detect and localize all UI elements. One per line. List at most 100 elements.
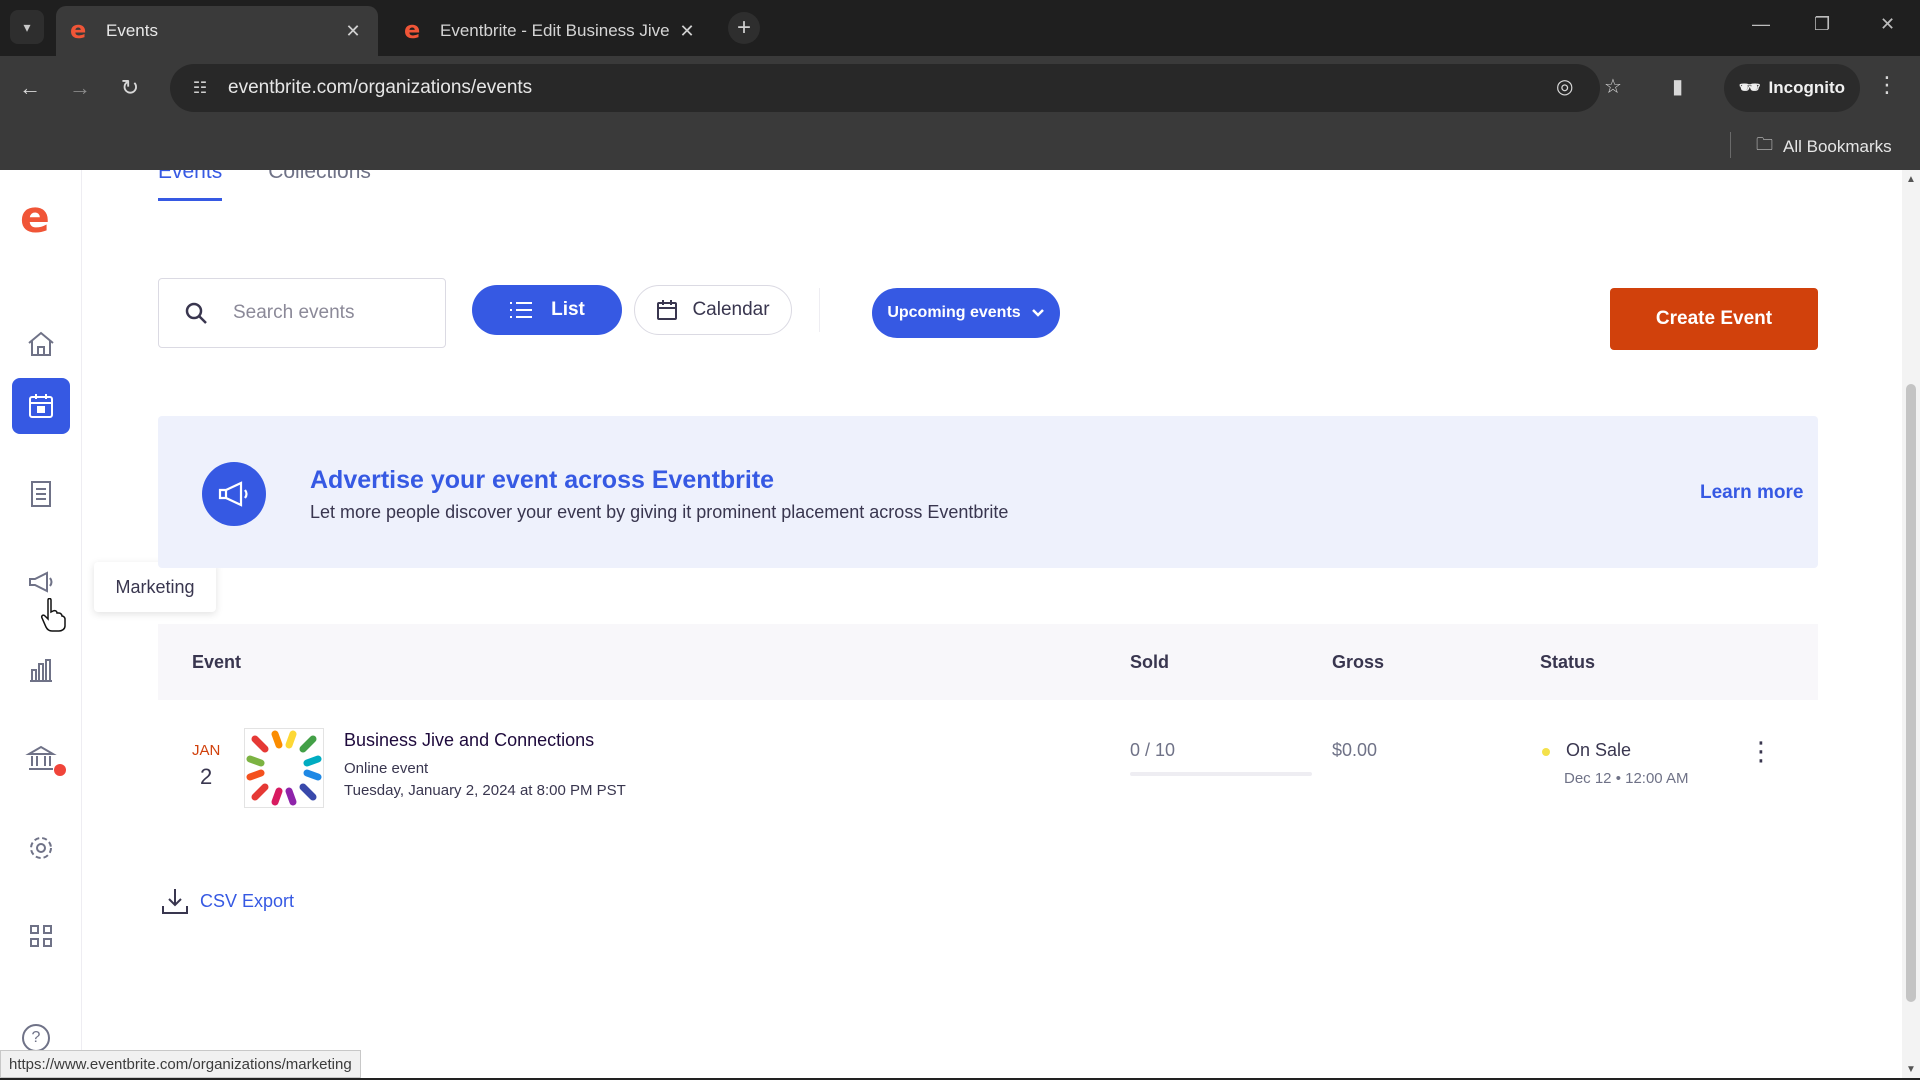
window-close-icon[interactable]: ✕ [1880,14,1895,35]
scrollbar-thumb[interactable] [1906,384,1916,1002]
calendar-icon [657,300,678,320]
calendar-view-button[interactable]: Calendar [634,285,792,335]
content-tabs: Events Collections [158,170,371,201]
gear-icon [30,837,52,859]
scroll-down-icon[interactable]: ▼ [1906,1064,1916,1075]
link-status-bar: https://www.eventbrite.com/organizations… [0,1050,361,1078]
browser-menu-icon[interactable]: ⋮ [1876,72,1898,98]
create-event-button[interactable]: Create Event [1610,288,1818,350]
megaphone-icon [29,571,53,593]
sold-progress-bar [1130,772,1312,776]
url-text[interactable]: eventbrite.com/organizations/events [228,77,532,99]
reload-icon[interactable]: ↻ [114,72,146,104]
back-icon[interactable]: ← [14,72,46,104]
advertise-banner: Advertise your event across Eventbrite L… [158,416,1818,568]
sidebar-item-settings[interactable] [12,820,70,876]
more-options-icon[interactable]: ⋮ [1748,738,1774,764]
folder-icon: 🗀 [1756,135,1773,154]
new-tab-button[interactable]: + [728,12,760,44]
event-thumbnail[interactable] [244,728,324,808]
home-icon [28,331,54,356]
star-icon[interactable]: ☆ [1604,74,1622,99]
restore-icon[interactable]: ❐ [1814,14,1830,35]
bookmarks-bar: 🗀 All Bookmarks [0,120,1920,170]
sidebar-item-home[interactable] [12,316,70,372]
tab-collections[interactable]: Collections [268,170,371,201]
sidebar-item-finance[interactable] [12,730,70,786]
search-placeholder: Search events [233,302,355,323]
browser-toolbar: ← → ↻ ☷ eventbrite.com/organizations/eve… [0,56,1920,120]
event-day: 2 [200,764,213,789]
bank-icon [25,745,57,770]
event-title[interactable]: Business Jive and Connections [344,730,594,751]
upcoming-events-label: Upcoming events [887,304,1021,321]
incognito-icon: 🕶 [1738,78,1761,97]
event-status-date: Dec 12 • 12:00 AM [1564,770,1689,787]
scrollbar[interactable]: ▲ ▼ [1902,170,1920,1080]
divider [1730,132,1731,158]
banner-title: Advertise your event across Eventbrite [310,466,775,494]
sidebar-item-reports[interactable] [12,642,70,698]
eye-off-icon[interactable]: ◎ [1556,74,1573,99]
people-circle-image [245,729,323,807]
event-month: JAN [192,742,221,759]
eventbrite-logo[interactable]: e [20,196,50,240]
search-events-field[interactable]: Search events [158,278,446,348]
tab-edit-event[interactable]: e Eventbrite - Edit Business Jive ✕ [390,6,712,56]
table-row[interactable]: JAN 2 Business Jive and Connections Onli… [158,700,1818,826]
csv-export-label: CSV Export [200,890,295,911]
event-sold: 0 / 10 [1130,740,1176,760]
list-view-label: List [551,299,585,320]
scroll-up-icon[interactable]: ▲ [1906,174,1916,185]
column-gross[interactable]: Gross [1332,652,1384,673]
megaphone-badge [202,462,266,526]
eventbrite-icon: e [404,16,421,44]
events-table-header: Event Sold Gross Status [158,624,1818,700]
tab-search-button[interactable]: ▾ [10,10,44,44]
column-sold[interactable]: Sold [1130,652,1169,673]
tab-title: Eventbrite - Edit Business Jive [440,21,670,40]
tab-events-page[interactable]: Events [158,170,223,201]
hand-cursor-icon [41,598,66,632]
grid-icon [30,925,52,947]
sidebar-item-apps[interactable] [12,908,70,964]
address-bar[interactable]: ☷ eventbrite.com/organizations/events [170,64,1600,112]
column-status[interactable]: Status [1540,652,1595,673]
sidebar-item-events[interactable] [12,378,70,434]
calendar-view-label: Calendar [692,299,770,320]
learn-more-link[interactable]: Learn more [1700,482,1803,504]
column-event[interactable]: Event [192,652,241,673]
minimize-icon[interactable]: — [1752,14,1770,35]
all-bookmarks-label: All Bookmarks [1783,136,1892,156]
sidebar-item-orders[interactable] [12,466,70,522]
bar-chart-icon [30,659,52,682]
side-panel-icon[interactable]: ▮ [1672,74,1683,99]
all-bookmarks-button[interactable]: 🗀 All Bookmarks [1756,132,1892,161]
upcoming-events-dropdown[interactable]: Upcoming events [872,288,1060,338]
incognito-badge[interactable]: 🕶 Incognito [1724,64,1860,112]
site-settings-icon[interactable]: ☷ [180,78,220,98]
tab-events[interactable]: e Events ✕ [56,6,378,56]
event-type: Online event [344,760,429,777]
banner-subtitle: Let more people discover your event by g… [310,502,1009,522]
csv-export-link[interactable]: CSV Export [160,886,294,916]
help-icon[interactable]: ? [22,1024,50,1052]
divider [819,288,820,332]
search-icon [185,302,207,324]
megaphone-icon [218,481,248,507]
main-content: Events Collections Search events List Ca… [82,170,1902,1080]
browser-tab-strip: ▾ e Events ✕ e Eventbrite - Edit Busines… [0,0,1920,56]
list-view-button[interactable]: List [472,285,622,335]
event-status: On Sale [1566,740,1632,760]
download-icon [162,889,188,914]
incognito-label: Incognito [1768,78,1846,97]
event-datetime: Tuesday, January 2, 2024 at 8:00 PM PST [344,782,626,799]
chevron-down-icon [1031,309,1044,317]
close-icon[interactable]: ✕ [342,21,364,42]
list-icon [510,302,533,318]
close-icon[interactable]: ✕ [676,21,698,42]
status-dot [1542,748,1550,756]
calendar-icon [29,394,53,418]
page: e ? Marketing Events Collections Search … [0,170,1920,1080]
forward-icon[interactable]: → [64,72,96,104]
